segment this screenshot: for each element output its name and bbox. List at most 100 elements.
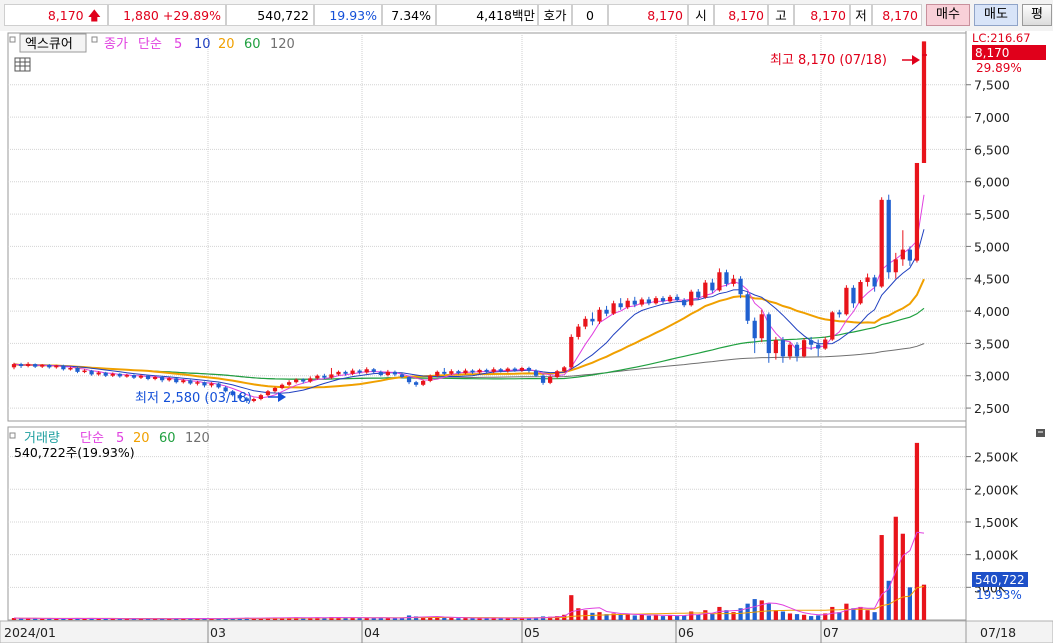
- candle-body: [301, 379, 306, 382]
- candle-body: [660, 298, 666, 302]
- volume-bar: [865, 610, 870, 620]
- volume-bar: [872, 612, 877, 620]
- candle-body: [138, 375, 144, 378]
- volume-tick-label: 1,500K: [974, 515, 1019, 530]
- panel-collapse-icon[interactable]: [1036, 429, 1045, 437]
- candle-body: [512, 368, 517, 371]
- volume-bar: [96, 618, 101, 620]
- candle-body: [830, 312, 835, 340]
- candle-body: [399, 374, 405, 378]
- candle-body: [816, 344, 821, 349]
- price-tick-label: 6,500: [974, 142, 1010, 157]
- volume-bar: [879, 535, 884, 620]
- candle-body: [689, 291, 694, 306]
- candle-body: [533, 370, 539, 376]
- candle-body: [865, 277, 870, 282]
- candle-body: [11, 364, 17, 368]
- volume-tick-label: 2,500K: [974, 450, 1019, 465]
- candle-body: [152, 377, 158, 379]
- candle-body: [428, 375, 433, 381]
- table-view-icon[interactable]: [14, 57, 31, 72]
- sell-button[interactable]: 매도: [974, 4, 1018, 26]
- high-note: 최고 8,170 (07/18): [770, 53, 887, 68]
- volume-bar: [674, 616, 680, 620]
- volume-bar: [745, 603, 750, 620]
- ma-period-20: 20: [218, 37, 235, 52]
- volume-bar: [449, 617, 454, 620]
- candle-body: [703, 282, 708, 298]
- volume-tick-label: 2,000K: [974, 482, 1019, 497]
- volume-bar: [780, 611, 786, 620]
- candle-body: [75, 367, 80, 372]
- candle-body: [893, 259, 898, 273]
- candle-body: [322, 375, 327, 378]
- ma-period-60: 60: [244, 37, 261, 52]
- volume-bar: [773, 610, 778, 620]
- candle-body: [759, 314, 764, 339]
- candle-body: [809, 340, 814, 345]
- indicator-label: 종가: [104, 37, 128, 52]
- open-label: 시: [688, 4, 714, 26]
- candle-body: [696, 291, 701, 298]
- candle-body: [717, 272, 722, 291]
- candle-body: [315, 375, 320, 379]
- current-pct-tag: 29.89%: [976, 61, 1022, 75]
- open-value: 8,170: [714, 4, 768, 26]
- volume-bar: [660, 616, 666, 620]
- volume-bar: [597, 612, 602, 620]
- price-tick-label: 5,000: [974, 239, 1010, 254]
- price-change-pct: +29.89%: [162, 8, 221, 23]
- volume-bar: [710, 613, 715, 620]
- candle-body: [287, 382, 292, 385]
- price-tick-label: 7,500: [974, 78, 1010, 93]
- candle-body: [25, 364, 31, 367]
- candle-body: [555, 371, 560, 378]
- stock-chart[interactable]: 2,500 3,000 3,500 4,000 4,500 5,000 5,500 6,000…: [0, 31, 1053, 643]
- change-cell: 1,880 +29.89%: [108, 4, 226, 26]
- ma-period-5: 5: [174, 37, 182, 52]
- candle-body: [117, 373, 122, 377]
- candle-body: [583, 318, 588, 327]
- candle-body: [569, 336, 574, 368]
- candle-body: [611, 303, 616, 314]
- candle-body: [174, 378, 179, 383]
- candle-body: [47, 364, 52, 368]
- volume-bar: [809, 616, 814, 620]
- candle-body: [794, 344, 800, 357]
- candle-body: [413, 382, 419, 385]
- candle-body: [145, 375, 151, 379]
- candle-body: [639, 299, 644, 305]
- candle-body: [879, 199, 884, 287]
- candle-body: [188, 380, 193, 384]
- average-button[interactable]: 평: [1022, 4, 1052, 26]
- quote-label: 호가: [538, 4, 572, 26]
- buy-button[interactable]: 매수: [926, 4, 970, 26]
- price-tick-label: 7,000: [974, 110, 1010, 125]
- price-tick-label: 2,500: [974, 401, 1010, 416]
- volume-ma-5: 5: [116, 431, 124, 446]
- quote-value: 0: [572, 4, 608, 26]
- candle-body: [33, 364, 38, 367]
- candle-body: [823, 339, 828, 349]
- volume-bar: [724, 610, 729, 620]
- candle-body: [505, 368, 510, 372]
- x-axis-label: 2024/01: [4, 625, 56, 640]
- x-axis-label: 05: [524, 625, 540, 640]
- candle-body: [308, 378, 313, 382]
- volume-bar: [632, 615, 637, 620]
- candle-body: [202, 382, 207, 386]
- candle-body: [18, 364, 24, 367]
- candle-body: [851, 287, 856, 304]
- candle-body: [160, 377, 165, 381]
- volume-bar: [456, 618, 461, 620]
- candle-body: [731, 278, 736, 284]
- volume-ma-60: 60: [159, 431, 176, 446]
- candle-body: [674, 296, 680, 301]
- quote-bar: 8,170 🡅 1,880 +29.89% 540,722 19.93% 7.3…: [0, 0, 1053, 32]
- candle-body: [907, 249, 913, 261]
- candle-body: [456, 371, 461, 374]
- volume-pct: 19.93%: [314, 4, 382, 26]
- lc-label: LC:216.67: [972, 31, 1031, 45]
- candle-body: [272, 388, 278, 392]
- volume-bar: [794, 614, 800, 620]
